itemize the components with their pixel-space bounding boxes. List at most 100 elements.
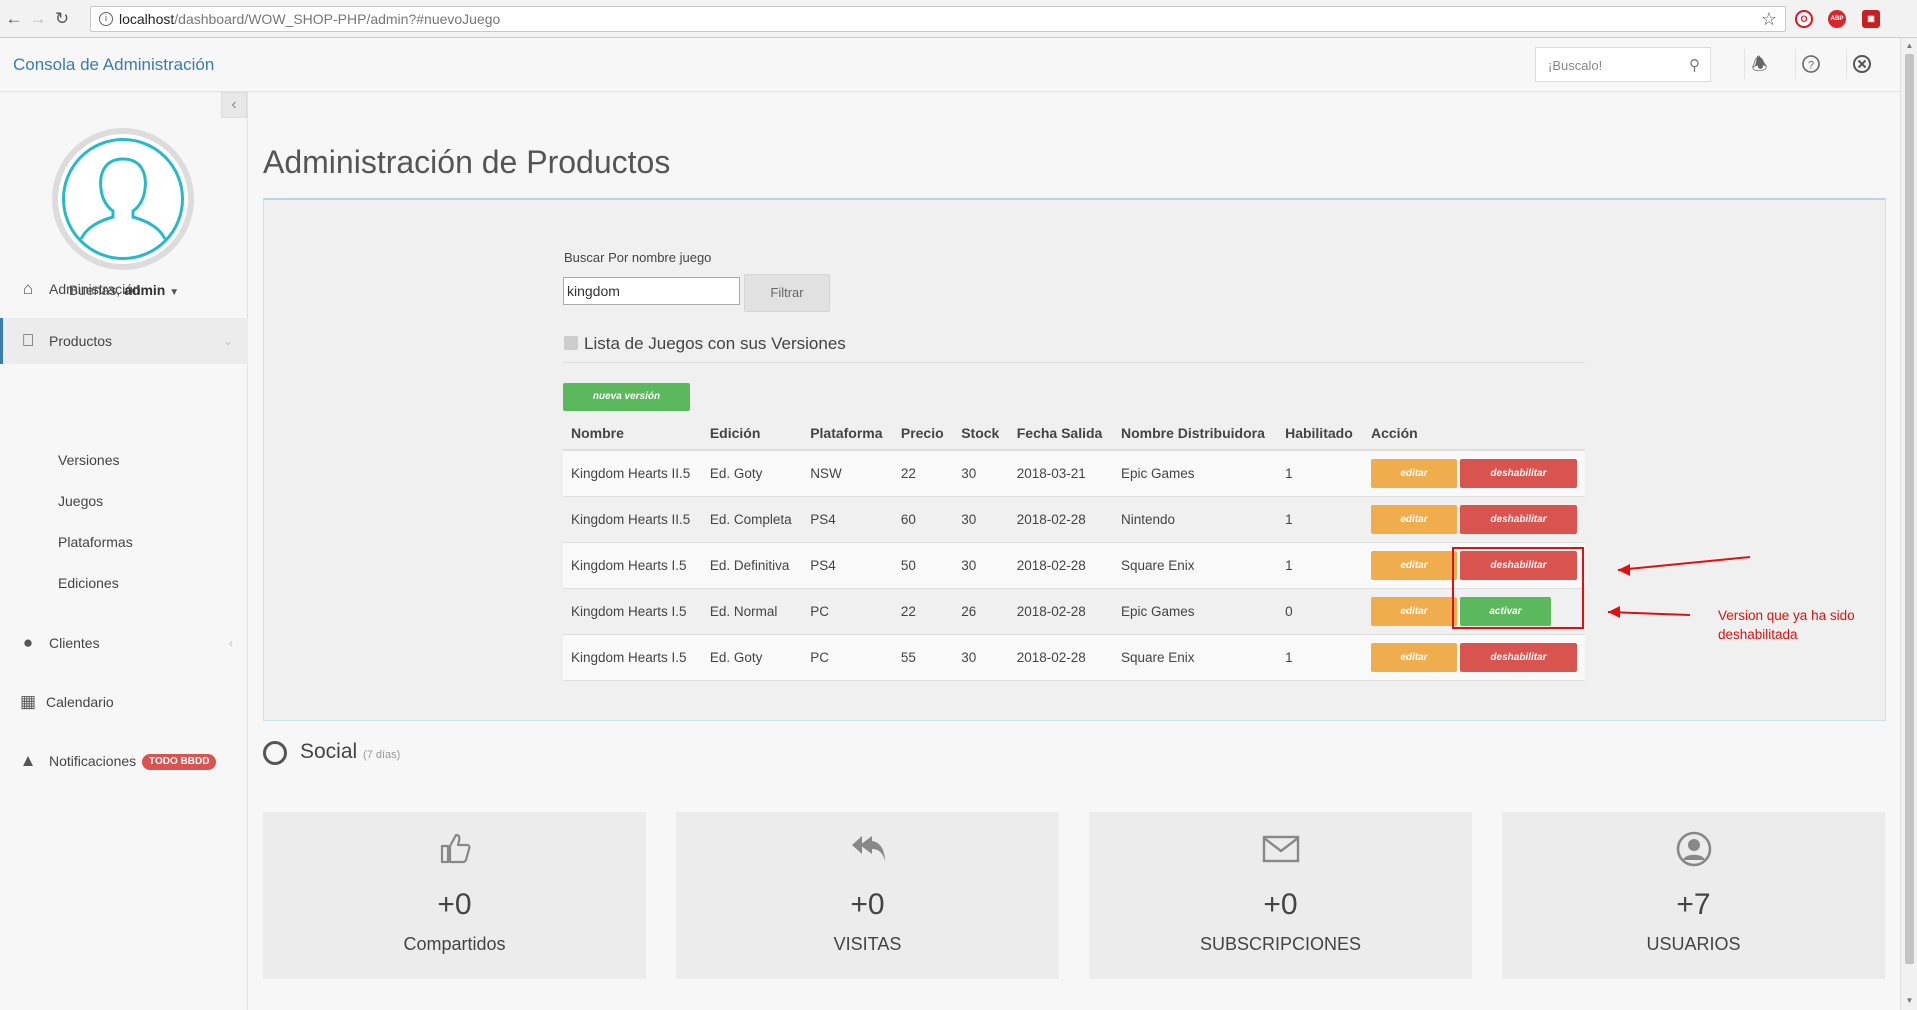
sidebar-item-productos[interactable]:  Productos ⌄ bbox=[0, 318, 248, 364]
search-icon[interactable]: ⚲ bbox=[1689, 56, 1700, 74]
table-row: Kingdom Hearts II.5 Ed. Goty NSW 22 30 2… bbox=[563, 450, 1585, 497]
annotation-note: Version que ya ha sido deshabilitada bbox=[1718, 608, 1855, 642]
disable-button[interactable]: deshabilitar bbox=[1460, 504, 1577, 534]
stat-value: +0 bbox=[1263, 888, 1298, 921]
cell-precio: 22 bbox=[892, 450, 954, 497]
scrollbar-thumb[interactable] bbox=[1905, 54, 1914, 964]
bookmark-star-icon[interactable]: ☆ bbox=[1761, 7, 1777, 31]
sidebar-subitem-ediciones[interactable]: Ediciones bbox=[58, 575, 119, 591]
adblock-extension-icon[interactable]: ABP bbox=[1828, 10, 1846, 28]
sidebar-item-label: Administración bbox=[49, 281, 141, 297]
edit-button[interactable]: editar bbox=[1371, 458, 1457, 488]
filter-button[interactable]: Filtrar bbox=[744, 274, 830, 312]
url-host: localhost bbox=[119, 11, 175, 27]
col-plataforma[interactable]: Plataforma bbox=[802, 416, 893, 451]
cell-stock: 30 bbox=[953, 450, 1009, 497]
col-nombre[interactable]: Nombre bbox=[563, 416, 702, 451]
table-row: Kingdom Hearts I.5 Ed. Definitiva PS4 50… bbox=[563, 542, 1585, 589]
browser-toolbar: ← → ↻ i localhost/dashboard/WOW_SHOP-PHP… bbox=[0, 0, 1917, 38]
sidebar-subitem-plataformas[interactable]: Plataformas bbox=[58, 534, 133, 550]
user-icon: ● bbox=[22, 633, 34, 652]
stat-card-compartidos: +0 Compartidos bbox=[263, 812, 646, 979]
cell-edicion: Ed. Completa bbox=[701, 496, 803, 543]
sidebar-item-label: Notificaciones bbox=[49, 753, 137, 769]
user-silhouette-icon bbox=[79, 157, 167, 240]
table-row: Kingdom Hearts I.5 Ed. Goty PC 55 30 201… bbox=[563, 634, 1585, 681]
sidebar-item-clientes[interactable]: ● Clientes ‹ bbox=[0, 620, 248, 666]
cell-distribuidora: Nintendo bbox=[1112, 496, 1278, 543]
close-circle-icon[interactable] bbox=[1846, 49, 1876, 79]
sidebar-collapse-chevron-icon[interactable]: ‹ bbox=[221, 92, 247, 118]
edit-button[interactable]: editar bbox=[1371, 596, 1457, 626]
edit-button[interactable]: editar bbox=[1371, 642, 1457, 672]
stat-label: Compartidos bbox=[403, 934, 506, 954]
stat-card-usuarios: +7 USUARIOS bbox=[1502, 812, 1885, 979]
cell-accion: editar deshabilitar bbox=[1363, 634, 1585, 681]
chevron-down-icon: ⌄ bbox=[222, 334, 233, 348]
bell-icon[interactable]: 🕭 bbox=[1744, 49, 1774, 79]
cell-plataforma: PS4 bbox=[802, 542, 893, 589]
red-extension-icon[interactable]: ▣ bbox=[1862, 10, 1880, 28]
cell-plataforma: PS4 bbox=[802, 496, 893, 543]
edit-button[interactable]: editar bbox=[1371, 504, 1457, 534]
page-scrollbar[interactable]: ▲ ▼ bbox=[1900, 38, 1917, 1010]
back-arrow-icon[interactable]: ← bbox=[4, 9, 24, 29]
sidebar-item-administracion[interactable]: ⌂ Administración bbox=[0, 266, 248, 312]
forward-arrow-icon[interactable]: → bbox=[28, 9, 48, 29]
new-version-button[interactable]: nueva versión bbox=[563, 383, 690, 411]
scroll-down-icon[interactable]: ▼ bbox=[1905, 996, 1914, 1005]
stat-label: USUARIOS bbox=[1646, 934, 1741, 954]
cell-habilitado: 1 bbox=[1277, 634, 1363, 681]
disable-button[interactable]: deshabilitar bbox=[1460, 458, 1577, 488]
url-path: /dashboard/WOW_SHOP-PHP/admin?#nuevoJueg… bbox=[174, 11, 501, 27]
cell-nombre: Kingdom Hearts I.5 bbox=[563, 542, 702, 589]
brand-title[interactable]: Consola de Administración bbox=[13, 55, 214, 75]
cell-fecha: 2018-02-28 bbox=[1008, 496, 1113, 543]
address-bar[interactable]: i localhost/dashboard/WOW_SHOP-PHP/admin… bbox=[90, 6, 1786, 32]
info-icon[interactable]: i bbox=[99, 12, 113, 26]
chevron-left-icon: ‹ bbox=[229, 636, 233, 650]
social-period: (7 días) bbox=[363, 749, 401, 761]
col-distribuidora[interactable]: Nombre Distribuidora bbox=[1112, 416, 1278, 451]
reply-all-icon bbox=[676, 830, 1059, 875]
apple-icon:  bbox=[17, 318, 39, 364]
cell-nombre: Kingdom Hearts II.5 bbox=[563, 496, 702, 543]
sidebar-item-calendario[interactable]: ▦ Calendario bbox=[0, 679, 248, 725]
notification-badge: TODO BBDD bbox=[142, 754, 217, 771]
reload-icon[interactable]: ↻ bbox=[52, 9, 72, 29]
stat-card-subscripciones: +0 SUBSCRIPCIONES bbox=[1089, 812, 1472, 979]
cell-plataforma: NSW bbox=[802, 450, 893, 497]
top-header: Consola de Administración ¡Buscalo! ⚲ 🕭 … bbox=[0, 38, 1900, 92]
search-input[interactable]: ¡Buscalo! ⚲ bbox=[1535, 47, 1711, 82]
disable-button[interactable]: deshabilitar bbox=[1460, 642, 1577, 672]
sidebar-subitem-versiones[interactable]: Versiones bbox=[58, 452, 119, 468]
cell-stock: 26 bbox=[953, 588, 1009, 635]
avatar[interactable] bbox=[52, 128, 194, 270]
col-habilitado[interactable]: Habilitado bbox=[1277, 416, 1363, 451]
list-heading-text: Lista de Juegos con sus Versiones bbox=[584, 334, 846, 353]
col-precio[interactable]: Precio bbox=[892, 416, 954, 451]
col-stock[interactable]: Stock bbox=[953, 416, 1009, 451]
cell-stock: 30 bbox=[953, 634, 1009, 681]
user-circle-icon bbox=[263, 741, 287, 765]
opera-extension-icon[interactable]: O bbox=[1795, 10, 1813, 28]
cell-distribuidora: Square Enix bbox=[1112, 634, 1278, 681]
annotation-arrow-lower bbox=[1607, 611, 1691, 616]
sidebar-item-notificaciones[interactable]: ▲ Notificaciones TODO BBDD bbox=[0, 738, 248, 784]
cell-precio: 22 bbox=[892, 588, 954, 635]
versions-table: Nombre Edición Plataforma Precio Stock F… bbox=[563, 416, 1585, 681]
social-title: Social (7 días) bbox=[300, 740, 400, 764]
col-fecha-salida[interactable]: Fecha Salida bbox=[1008, 416, 1113, 451]
cell-accion: editar deshabilitar bbox=[1363, 496, 1585, 543]
cell-stock: 30 bbox=[953, 496, 1009, 543]
cell-habilitado: 1 bbox=[1277, 542, 1363, 589]
col-edicion[interactable]: Edición bbox=[701, 416, 803, 451]
filter-input[interactable] bbox=[563, 277, 740, 305]
user-circle-icon bbox=[1502, 830, 1885, 877]
envelope-icon bbox=[1089, 830, 1472, 875]
edit-button[interactable]: editar bbox=[1371, 550, 1457, 580]
scroll-up-icon[interactable]: ▲ bbox=[1905, 41, 1914, 50]
cell-nombre: Kingdom Hearts I.5 bbox=[563, 588, 702, 635]
help-icon[interactable]: ? bbox=[1795, 49, 1825, 79]
sidebar-subitem-juegos[interactable]: Juegos bbox=[58, 493, 103, 509]
